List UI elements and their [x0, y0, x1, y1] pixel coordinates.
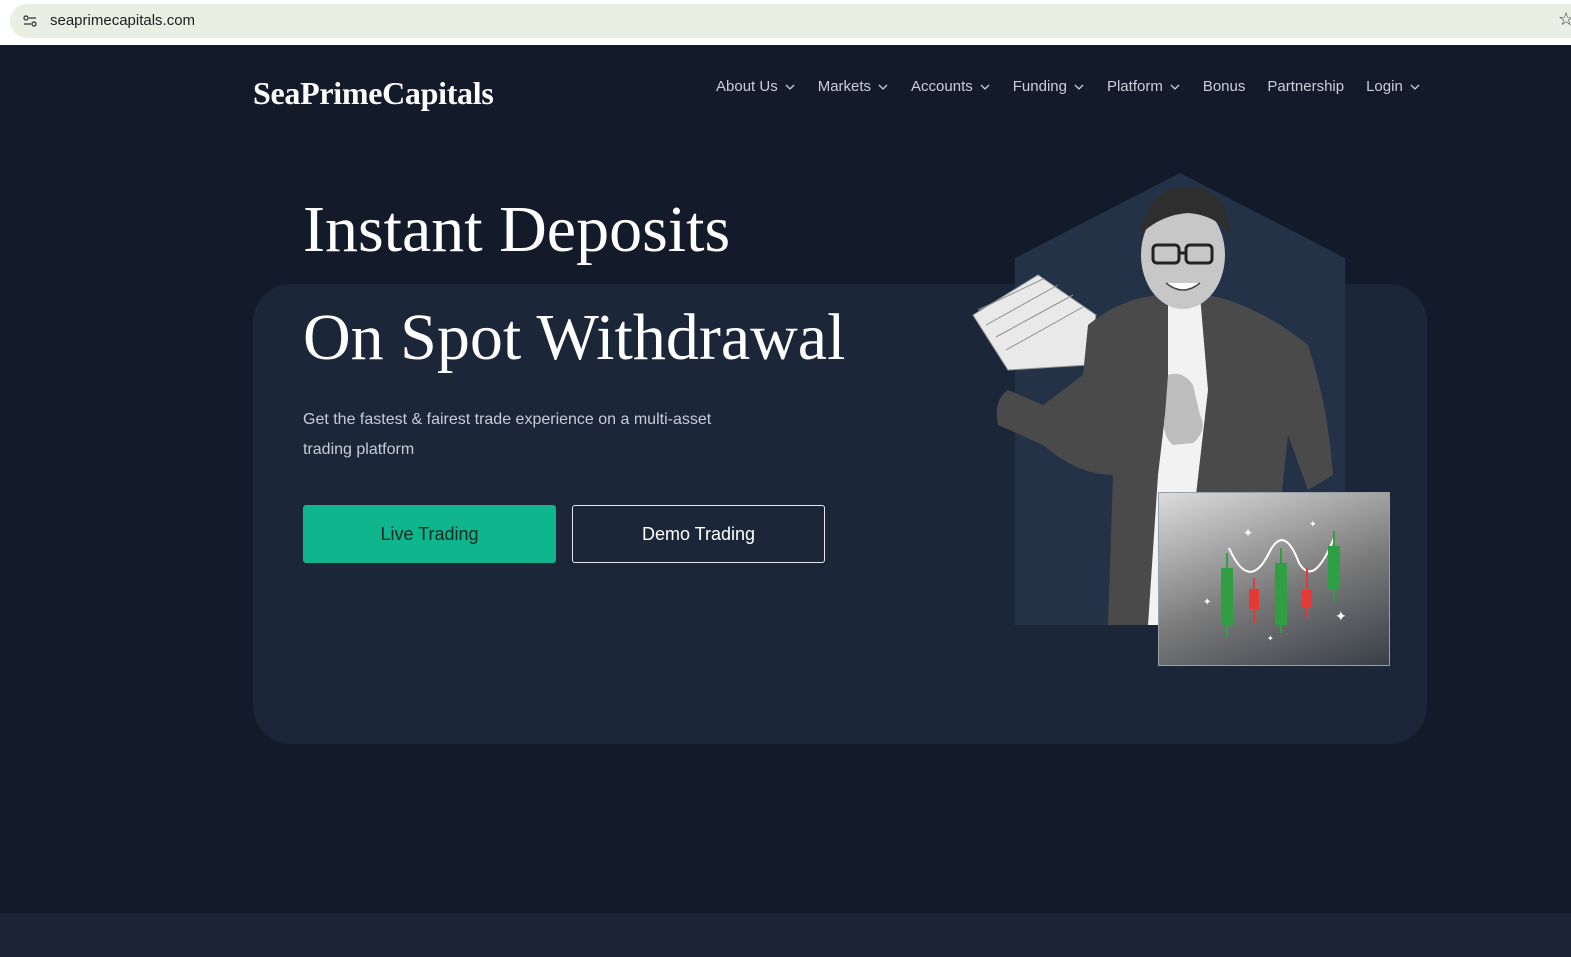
- nav-markets[interactable]: Markets: [818, 78, 889, 95]
- nav-label: Platform: [1106, 78, 1163, 95]
- nav-label: Login: [1366, 78, 1403, 95]
- nav-partnership[interactable]: Partnership: [1267, 78, 1344, 95]
- nav-label: Accounts: [911, 78, 973, 95]
- bookmark-star-icon[interactable]: ☆: [1558, 9, 1571, 30]
- hero-title-line2: On Spot Withdrawal: [303, 301, 846, 374]
- chevron-down-icon: [785, 84, 795, 90]
- site-info-icon[interactable]: [22, 13, 38, 29]
- cash-fan: [972, 274, 1097, 371]
- page: SeaPrimeCapitals About Us Markets Accoun…: [0, 45, 1571, 957]
- nav-about-us[interactable]: About Us: [716, 78, 796, 95]
- nav-label: About Us: [716, 78, 778, 95]
- chevron-down-icon: [878, 84, 888, 90]
- nav-label: Funding: [1012, 78, 1067, 95]
- nav-label: Bonus: [1202, 78, 1246, 95]
- svg-text:✦: ✦: [1243, 526, 1253, 540]
- demo-trading-button[interactable]: Demo Trading: [572, 505, 825, 563]
- svg-text:✦: ✦: [1309, 520, 1317, 530]
- chevron-down-icon: [980, 84, 990, 90]
- next-section-band: [0, 913, 1571, 957]
- main-nav: About Us Markets Accounts Funding Platfo…: [716, 78, 1443, 95]
- site-logo[interactable]: SeaPrimeCapitals: [253, 75, 494, 112]
- browser-address-bar: seaprimecapitals.com ☆: [0, 0, 1571, 45]
- nav-label: Partnership: [1267, 78, 1345, 95]
- nav-platform[interactable]: Platform: [1107, 78, 1181, 95]
- url-field[interactable]: seaprimecapitals.com: [10, 4, 1571, 38]
- url-text: seaprimecapitals.com: [50, 12, 196, 29]
- nav-accounts[interactable]: Accounts: [911, 78, 991, 95]
- svg-text:✦: ✦: [1203, 597, 1211, 608]
- nav-login[interactable]: Login: [1366, 78, 1421, 95]
- hero-title-line1: Instant Deposits: [303, 193, 731, 266]
- nav-bonus[interactable]: Bonus: [1203, 78, 1246, 95]
- svg-text:✦: ✦: [1335, 609, 1347, 625]
- live-trading-button[interactable]: Live Trading: [303, 505, 556, 563]
- candlestick-chart-graphic: ✦ ✦ ✦ ✦ ✦: [1203, 520, 1347, 643]
- svg-text:✦: ✦: [1267, 634, 1274, 643]
- candlestick-chart-card: ✦ ✦ ✦ ✦ ✦: [1158, 492, 1390, 666]
- chevron-down-icon: [1170, 84, 1180, 90]
- chevron-down-icon: [1074, 84, 1084, 90]
- nav-label: Markets: [817, 78, 872, 95]
- hero-subtitle: Get the fastest & fairest trade experien…: [303, 411, 712, 458]
- nav-funding[interactable]: Funding: [1013, 78, 1085, 95]
- chevron-down-icon: [1410, 84, 1420, 90]
